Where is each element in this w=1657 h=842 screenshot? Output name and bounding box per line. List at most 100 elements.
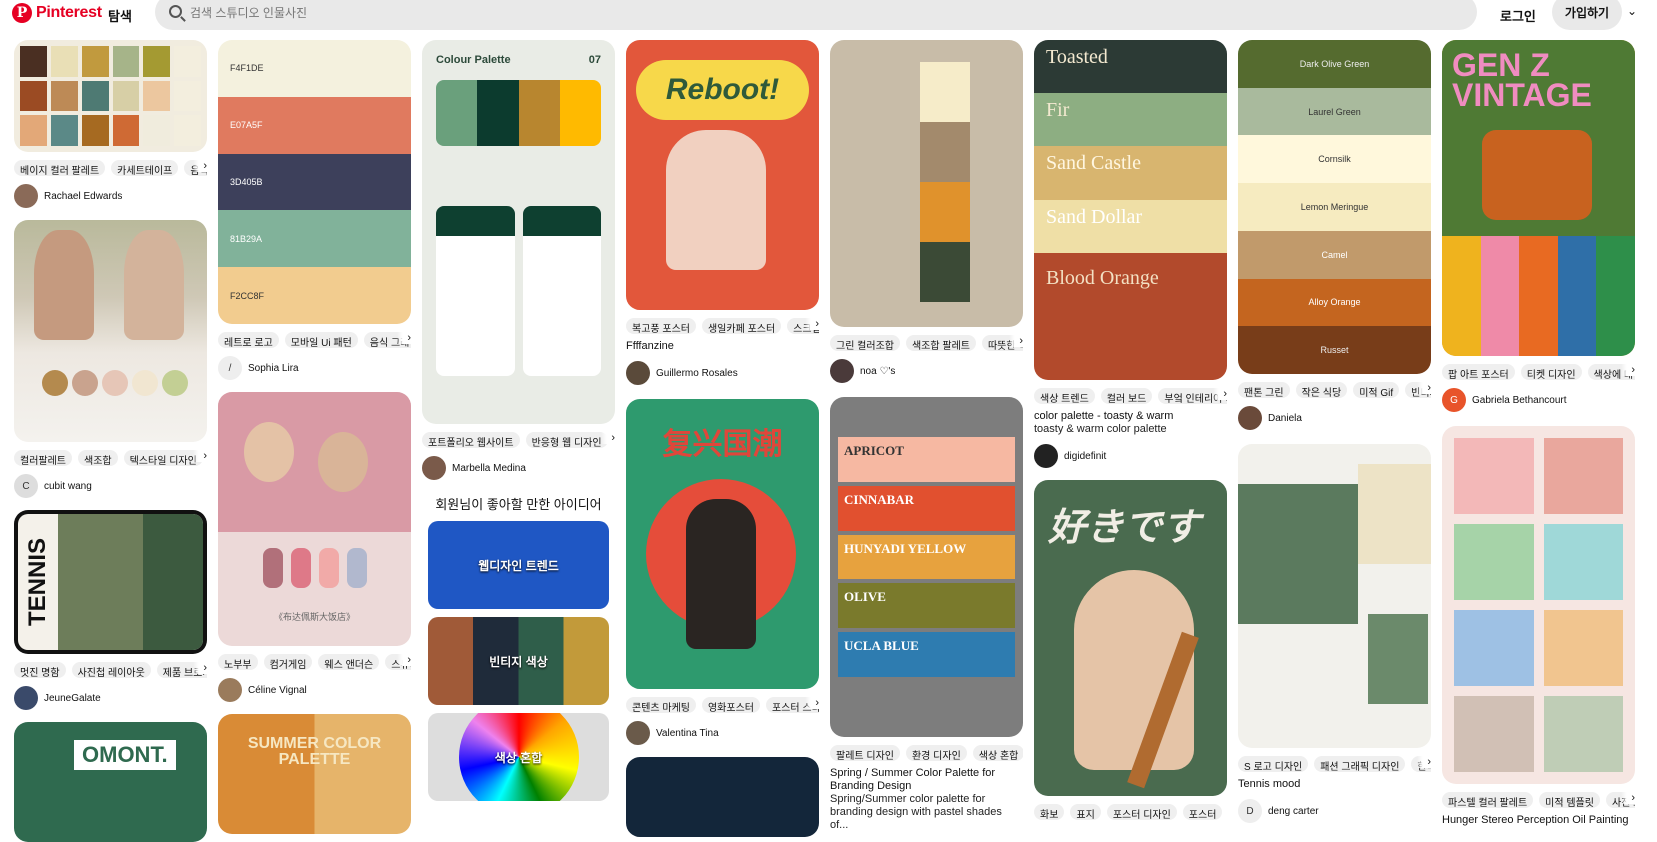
tag-chip[interactable]: 환경 디자인 [905, 745, 967, 761]
pin-image[interactable]: Toasted Fir Sand Castle Sand Dollar Bloo… [1034, 40, 1227, 380]
tag-chip[interactable]: 팬톤 그린 [1238, 382, 1290, 398]
pin-image[interactable]: TENNIS [14, 510, 207, 654]
tag-chip[interactable]: 베이지 컬러 팔레트 [14, 160, 106, 176]
pin-image[interactable]: Reboot! [626, 40, 819, 310]
tag-chip[interactable]: 레트로 로고 [218, 332, 279, 348]
tag-chip[interactable]: 화보 [1034, 804, 1065, 820]
tag-chip[interactable]: 콘텐츠 마케팅 [626, 697, 696, 713]
pin-author[interactable]: D deng carter [1238, 799, 1431, 823]
tag-chip[interactable]: 노부부 [218, 654, 258, 670]
pin-image[interactable]: F4F1DE E07A5F 3D405B 81B29A F2CC8F [218, 40, 411, 324]
pin-image[interactable] [1442, 426, 1635, 784]
pin-image[interactable]: 《布达佩斯大饭店》 [218, 392, 411, 646]
avatar [626, 721, 650, 745]
explore-link[interactable]: 탐색 [108, 6, 132, 25]
chevron-right-icon[interactable]: › [397, 332, 411, 344]
chevron-right-icon[interactable]: › [805, 697, 819, 709]
tag-chip[interactable]: S 로고 디자인 [1238, 756, 1309, 772]
tag-chip[interactable]: 컴거게임 [263, 654, 313, 670]
idea-card[interactable]: 웹디자인 트렌드 [428, 521, 609, 609]
pin-image[interactable] [626, 757, 819, 837]
tag-chip[interactable]: 티켓 디자인 [1520, 364, 1582, 380]
chevron-right-icon[interactable]: › [1417, 382, 1431, 394]
pin-author[interactable]: Daniela [1238, 406, 1431, 430]
tag-chip[interactable]: 색조합 [78, 450, 118, 466]
tag-chip[interactable]: 사진첩 레이아웃 [71, 662, 151, 678]
chevron-right-icon[interactable]: › [397, 654, 411, 666]
tag-chip[interactable]: 멋진 명함 [14, 662, 66, 678]
chevron-right-icon[interactable]: › [193, 450, 207, 462]
search-input[interactable]: 검색 스튜디오 인물사진 [190, 4, 307, 21]
pin-author[interactable]: / Sophia Lira [218, 356, 411, 380]
pin-author[interactable]: noa ♡'s [830, 359, 1023, 383]
pin-title[interactable]: Ffffanzine [626, 340, 819, 353]
tag-chip[interactable]: 웨스 앤더슨 [318, 654, 380, 670]
tag-chip[interactable]: 표지 [1070, 804, 1101, 820]
tag-chip[interactable]: 미적 템플릿 [1539, 792, 1600, 808]
search-bar[interactable]: 검색 스튜디오 인물사진 [155, 0, 1477, 30]
chevron-right-icon[interactable]: › [1621, 792, 1635, 804]
pin-image[interactable] [830, 40, 1023, 327]
pin-image[interactable] [1238, 444, 1431, 748]
chevron-right-icon[interactable]: › [193, 160, 207, 172]
pin-title[interactable]: Hunger Stereo Perception Oil Painting [1442, 814, 1635, 827]
pinterest-logo[interactable]: P Pinterest [12, 3, 102, 23]
chevron-right-icon[interactable]: › [1621, 364, 1635, 376]
pin-author[interactable]: digidefinit [1034, 444, 1227, 468]
pin-image[interactable]: SUMMER COLOR PALETTE [218, 714, 411, 834]
tag-chip[interactable]: 포스터 [1182, 804, 1223, 820]
tag-chip[interactable]: 카세트테이프 [111, 160, 179, 176]
login-button[interactable]: 로그인 [1500, 6, 1536, 25]
pin-author[interactable]: Marbella Medina [422, 456, 615, 480]
tag-chip[interactable]: 팔레트 디자인 [830, 745, 900, 761]
chevron-right-icon[interactable]: › [1009, 335, 1023, 347]
tag-chip[interactable]: 복고풍 포스터 [626, 318, 696, 334]
signup-button[interactable]: 가입하기 [1552, 0, 1622, 30]
pin-image[interactable]: GEN Z VINTAGE [1442, 40, 1635, 356]
idea-card[interactable]: 빈티지 색상 [428, 617, 609, 705]
chevron-right-icon[interactable]: › [1417, 756, 1431, 768]
tag-chip[interactable]: 미적 Gif [1353, 382, 1400, 398]
pin-author[interactable]: Céline Vignal [218, 678, 411, 702]
pin-title[interactable]: Tennis mood [1238, 778, 1431, 791]
tag-chip[interactable]: 텍스타일 디자인 [123, 450, 203, 466]
pin-author[interactable]: G Gabriela Bethancourt [1442, 388, 1635, 412]
pin-image[interactable]: APRICOT CINNABAR HUNYADI YELLOW OLIVE UC… [830, 397, 1023, 737]
tag-chip[interactable]: 파스텔 컬러 팔레트 [1442, 792, 1534, 808]
pin-image[interactable]: 好きです [1034, 480, 1227, 796]
tag-chip[interactable]: 컬러팔레트 [14, 450, 72, 466]
pin-title[interactable]: Spring / Summer Color Palette for Brandi… [830, 767, 1023, 793]
pin-image[interactable]: Colour Palette 07 [422, 40, 615, 424]
tag-chip[interactable]: 포트폴리오 웹사이트 [422, 432, 520, 448]
tag-chip[interactable]: 모바일 Ui 패턴 [284, 332, 358, 348]
tag-chip[interactable]: 영화포스터 [701, 697, 760, 713]
tag-chip[interactable]: 색상 트렌드 [1034, 388, 1095, 404]
tag-chip[interactable]: 그린 컬러조합 [830, 335, 900, 351]
pin-image[interactable]: Dark Olive Green Laurel Green Cornsilk L… [1238, 40, 1431, 374]
tag-chip[interactable]: 패션 그래픽 디자인 [1314, 756, 1406, 772]
chevron-right-icon[interactable]: › [193, 662, 207, 674]
chevron-right-icon[interactable]: › [1213, 388, 1227, 400]
chevron-right-icon[interactable]: › [601, 432, 615, 444]
tag-chip[interactable]: 생일카페 포스터 [701, 318, 782, 334]
tag-chip[interactable]: 반응형 웹 디자인 [525, 432, 608, 448]
tag-chip[interactable]: 컬러 보드 [1100, 388, 1153, 404]
tag-chip[interactable]: 팝 아트 포스터 [1442, 364, 1515, 380]
pin-image[interactable]: OMONT. [14, 722, 207, 842]
tag-chip[interactable]: 작은 식당 [1295, 382, 1348, 398]
chevron-down-icon[interactable]: ⌄ [1627, 4, 1637, 18]
tag-chip[interactable]: 색조합 팔레트 [905, 335, 976, 351]
pin-image[interactable] [14, 40, 207, 152]
idea-card[interactable]: 색상 혼합 [428, 713, 609, 801]
pin-author[interactable]: Rachael Edwards [14, 184, 207, 208]
pin-author[interactable]: JeuneGalate [14, 686, 207, 710]
tag-chip[interactable]: 포스터 디자인 [1106, 804, 1177, 820]
pin-image[interactable]: 复兴国潮 [626, 399, 819, 689]
pin-author[interactable]: Valentina Tina [626, 721, 819, 745]
pin-image[interactable] [14, 220, 207, 442]
chevron-right-icon[interactable]: › [805, 318, 819, 330]
pin-author[interactable]: Guillermo Rosales [626, 361, 819, 385]
pin-author[interactable]: C cubit wang [14, 474, 207, 498]
pin-title[interactable]: color palette - toasty & warm [1034, 410, 1227, 423]
tag-chip[interactable]: 색상 혼합 [972, 745, 1023, 761]
